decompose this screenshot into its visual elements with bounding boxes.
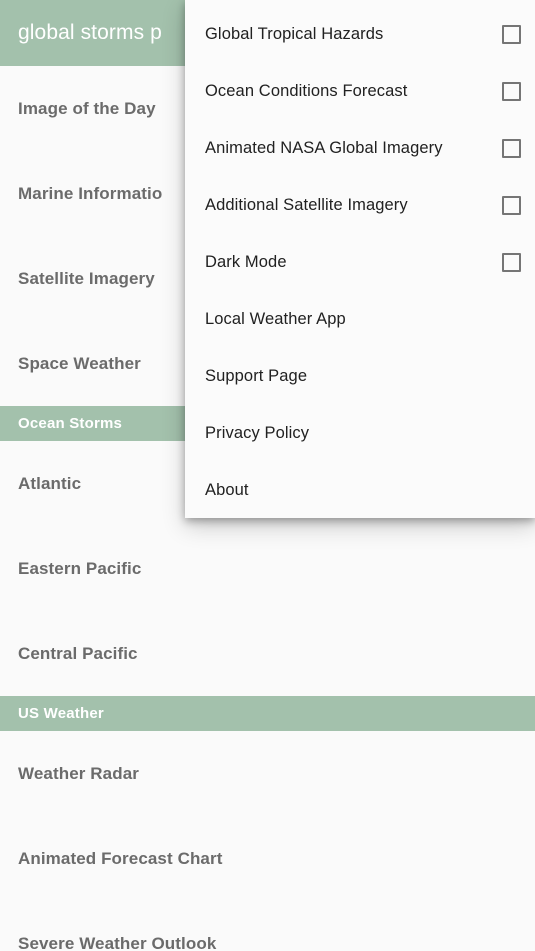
checkbox-icon[interactable] — [502, 25, 521, 44]
checkbox-icon[interactable] — [502, 82, 521, 101]
checkbox-icon[interactable] — [502, 196, 521, 215]
menu-item[interactable]: Additional Satellite Imagery — [185, 177, 535, 234]
menu-item[interactable]: Dark Mode — [185, 234, 535, 291]
menu-item-label: Local Weather App — [205, 310, 346, 328]
menu-item-label: Additional Satellite Imagery — [205, 196, 408, 214]
menu-item[interactable]: Privacy Policy — [185, 405, 535, 462]
menu-item[interactable]: Ocean Conditions Forecast — [185, 63, 535, 120]
menu-item-label: Dark Mode — [205, 253, 287, 271]
menu-item-label: Global Tropical Hazards — [205, 25, 384, 43]
overflow-menu: Global Tropical Hazards Ocean Conditions … — [185, 0, 535, 518]
menu-item-label: Animated NASA Global Imagery — [205, 139, 443, 157]
checkbox-icon[interactable] — [502, 139, 521, 158]
menu-item[interactable]: About — [185, 462, 535, 518]
app-root: global storms p Image of the Day Marine I… — [0, 0, 535, 951]
menu-item[interactable]: Local Weather App — [185, 291, 535, 348]
menu-item-label: About — [205, 481, 249, 499]
menu-item[interactable]: Animated NASA Global Imagery — [185, 120, 535, 177]
checkbox-icon[interactable] — [502, 253, 521, 272]
menu-item[interactable]: Support Page — [185, 348, 535, 405]
menu-item-label: Ocean Conditions Forecast — [205, 82, 408, 100]
menu-item[interactable]: Global Tropical Hazards — [185, 6, 535, 63]
menu-item-label: Support Page — [205, 367, 308, 385]
menu-item-label: Privacy Policy — [205, 424, 310, 442]
